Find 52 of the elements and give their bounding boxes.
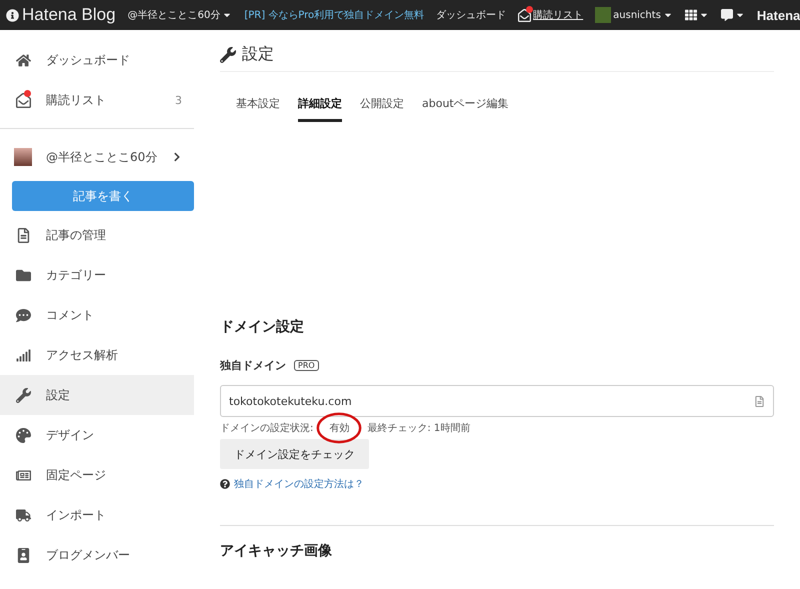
palette-icon [14, 428, 32, 442]
user-menu[interactable]: ausnichts [595, 7, 673, 23]
tab[interactable]: 基本設定 [236, 96, 280, 122]
brand-logo[interactable]: Hatena [756, 8, 800, 22]
app-logo[interactable]: Hatena Blog [6, 5, 116, 25]
domain-input-field[interactable]: tokotokotekuteku.com [220, 385, 774, 417]
status-value: 有効 [329, 423, 350, 434]
photo-placeholder [14, 148, 32, 166]
speech-bubble-icon [14, 308, 32, 322]
chevron-right-icon [172, 152, 182, 162]
page-icon [14, 468, 32, 482]
sidebar-item[interactable]: カテゴリー [0, 255, 194, 295]
truck-icon [14, 508, 32, 522]
reading-list-link[interactable]: 購読リスト [518, 8, 584, 22]
apps-menu-icon[interactable] [684, 9, 709, 21]
help-icon [220, 479, 230, 489]
wrench-icon [220, 46, 236, 62]
folder-icon [14, 268, 32, 282]
page-title: 設定 [242, 44, 274, 65]
dashboard-link[interactable]: ダッシュボード [436, 8, 506, 22]
field-label: 独自ドメイン [220, 358, 286, 373]
sidebar-item[interactable]: インポート [0, 495, 194, 535]
wrench-icon [14, 388, 32, 402]
sidebar-item[interactable]: 設定 [0, 375, 194, 415]
pro-badge: PRO [294, 360, 319, 371]
last-check-text: 最終チェック: 1時間前 [367, 422, 470, 435]
sidebar-item[interactable]: デザイン [0, 415, 194, 455]
sidebar-item[interactable]: ブログメンバー [0, 535, 194, 575]
home-icon [14, 52, 32, 68]
sidebar-item[interactable]: 固定ページ [0, 455, 194, 495]
sidebar-item[interactable]: コメント [0, 295, 194, 335]
section-heading: ドメイン設定 [220, 318, 305, 336]
signal-bars-icon [14, 348, 32, 362]
unread-count: 3 [175, 94, 182, 106]
sidebar-item[interactable]: アクセス解析 [0, 335, 194, 375]
tab[interactable]: 詳細設定 [298, 96, 342, 122]
sidebar-item[interactable]: 購読リスト 3 [0, 80, 194, 120]
promo-link[interactable]: [PR] 今ならPro利用で独自ドメイン無料 [244, 8, 424, 22]
check-domain-button[interactable]: ドメイン設定をチェック [220, 439, 369, 469]
envelope-icon [518, 8, 532, 22]
document-icon [754, 396, 765, 406]
status-label: ドメインの設定状況: [220, 422, 314, 435]
tab[interactable]: aboutページ編集 [422, 96, 509, 122]
avatar-icon [595, 7, 612, 23]
section-heading: アイキャッチ画像 [220, 542, 333, 560]
notifications-menu-icon[interactable] [720, 9, 745, 21]
sidebar-item[interactable]: 記事の管理 [0, 215, 194, 255]
help-link[interactable]: 独自ドメインの設定方法は？ [234, 477, 364, 491]
sidebar-item[interactable]: ダッシュボード [0, 40, 194, 80]
tab[interactable]: 公開設定 [360, 96, 404, 122]
blog-menu[interactable]: @半径とことこ60分 [128, 8, 232, 22]
blog-switcher[interactable]: @半径とことこ60分 [0, 137, 194, 177]
